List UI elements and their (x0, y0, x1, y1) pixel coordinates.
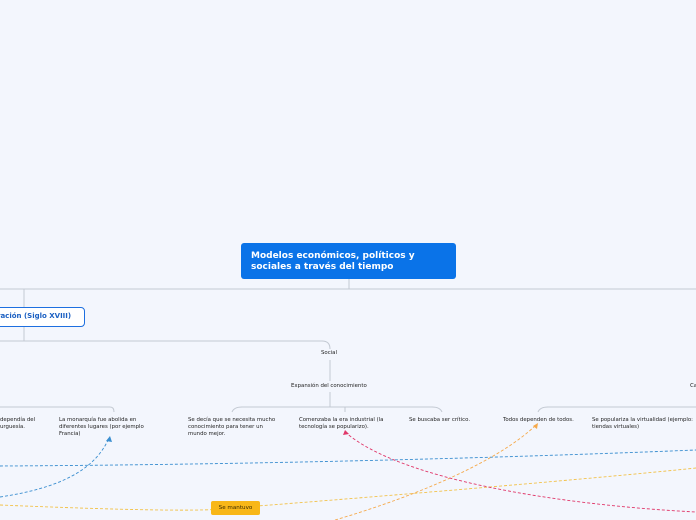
leaf-comenzaba-era-industrial[interactable]: Comenzaba la era industrial (la tecnolog… (299, 417, 394, 431)
relation-orange-curve (334, 424, 537, 520)
subtopic-expansion-conocimiento[interactable]: Expansión del conocimiento (291, 383, 367, 390)
leaf-todos-dependen[interactable]: Todos dependen de todos. (503, 417, 574, 424)
connector-branch-horizontal (0, 340, 331, 350)
central-topic[interactable]: Modelos económicos, políticos y sociales… (241, 243, 456, 279)
subtopic-social[interactable]: Social (321, 350, 337, 357)
connector-leaves-center (231, 406, 443, 413)
relation-blue-curve (0, 437, 110, 498)
leaf-se-decia[interactable]: Se decía que se necesita mucho conocimie… (188, 417, 280, 438)
relation-blue-horizontal (0, 449, 696, 467)
main-topic-ilustracion[interactable]: ración (Siglo XVIII) (0, 307, 85, 327)
leaf-left-cut-line-1[interactable]: dependía del (0, 417, 35, 424)
leaf-left-cut-line-2[interactable]: urguesía. (0, 424, 25, 431)
leaf-ser-critico[interactable]: Se buscaba ser crítico. (409, 417, 470, 424)
relation-pink-curve (344, 431, 696, 513)
relation-label-se-mantuvo[interactable]: Se mantuvo (211, 501, 260, 515)
leaf-virtualidad[interactable]: Se populariza la virtualidad (ejemplo: t… (592, 417, 696, 431)
connector-leaves-left (0, 406, 115, 413)
connector-leaves-right (537, 406, 696, 413)
subtopic-right-cut[interactable]: Ca (690, 383, 696, 390)
leaf-monarquia[interactable]: La monarquía fue abolida en diferentes l… (59, 417, 159, 438)
relation-yellow-curve (0, 467, 696, 511)
